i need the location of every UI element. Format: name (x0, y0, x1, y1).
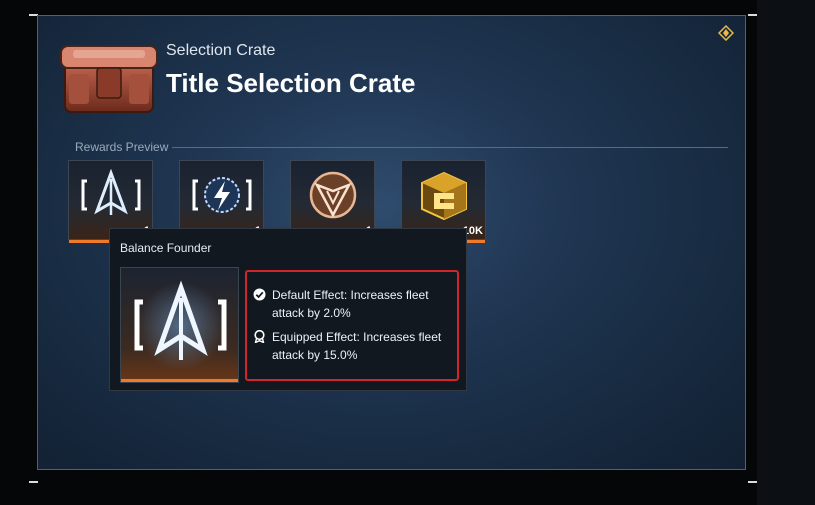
lightning-emblem-icon (192, 177, 252, 213)
default-effect: Default Effect: Increases fleet attack b… (253, 286, 453, 322)
tooltip-title: Balance Founder (120, 241, 212, 255)
right-backdrop (757, 0, 815, 505)
divider (172, 147, 728, 148)
default-effect-text: Default Effect: Increases fleet attack b… (272, 288, 429, 320)
corner-mark (29, 481, 38, 483)
corner-mark (748, 481, 757, 483)
crate-image (59, 40, 159, 115)
gold-cube-icon (421, 171, 467, 221)
rewards-preview-label: Rewards Preview (75, 140, 169, 154)
reward-tooltip: Balance Founder Default Effect: Increase… (109, 228, 467, 391)
corner-mark (748, 14, 757, 16)
check-circle-icon (253, 288, 266, 301)
arrow-emblem-icon (81, 169, 141, 215)
info-icon[interactable] (717, 24, 735, 43)
crate-subtitle: Selection Crate (166, 42, 276, 59)
equipped-effect: Equipped Effect: Increases fleet attack … (253, 328, 453, 364)
tooltip-emblem (120, 267, 239, 383)
effects-box: Default Effect: Increases fleet attack b… (245, 270, 459, 381)
highlight-bar (121, 379, 238, 382)
crate-title: Title Selection Crate (166, 68, 416, 98)
shield-emblem-icon (309, 171, 357, 219)
arrow-emblem-icon (134, 280, 227, 370)
medal-icon (253, 329, 266, 344)
equipped-effect-text: Equipped Effect: Increases fleet attack … (272, 330, 442, 362)
